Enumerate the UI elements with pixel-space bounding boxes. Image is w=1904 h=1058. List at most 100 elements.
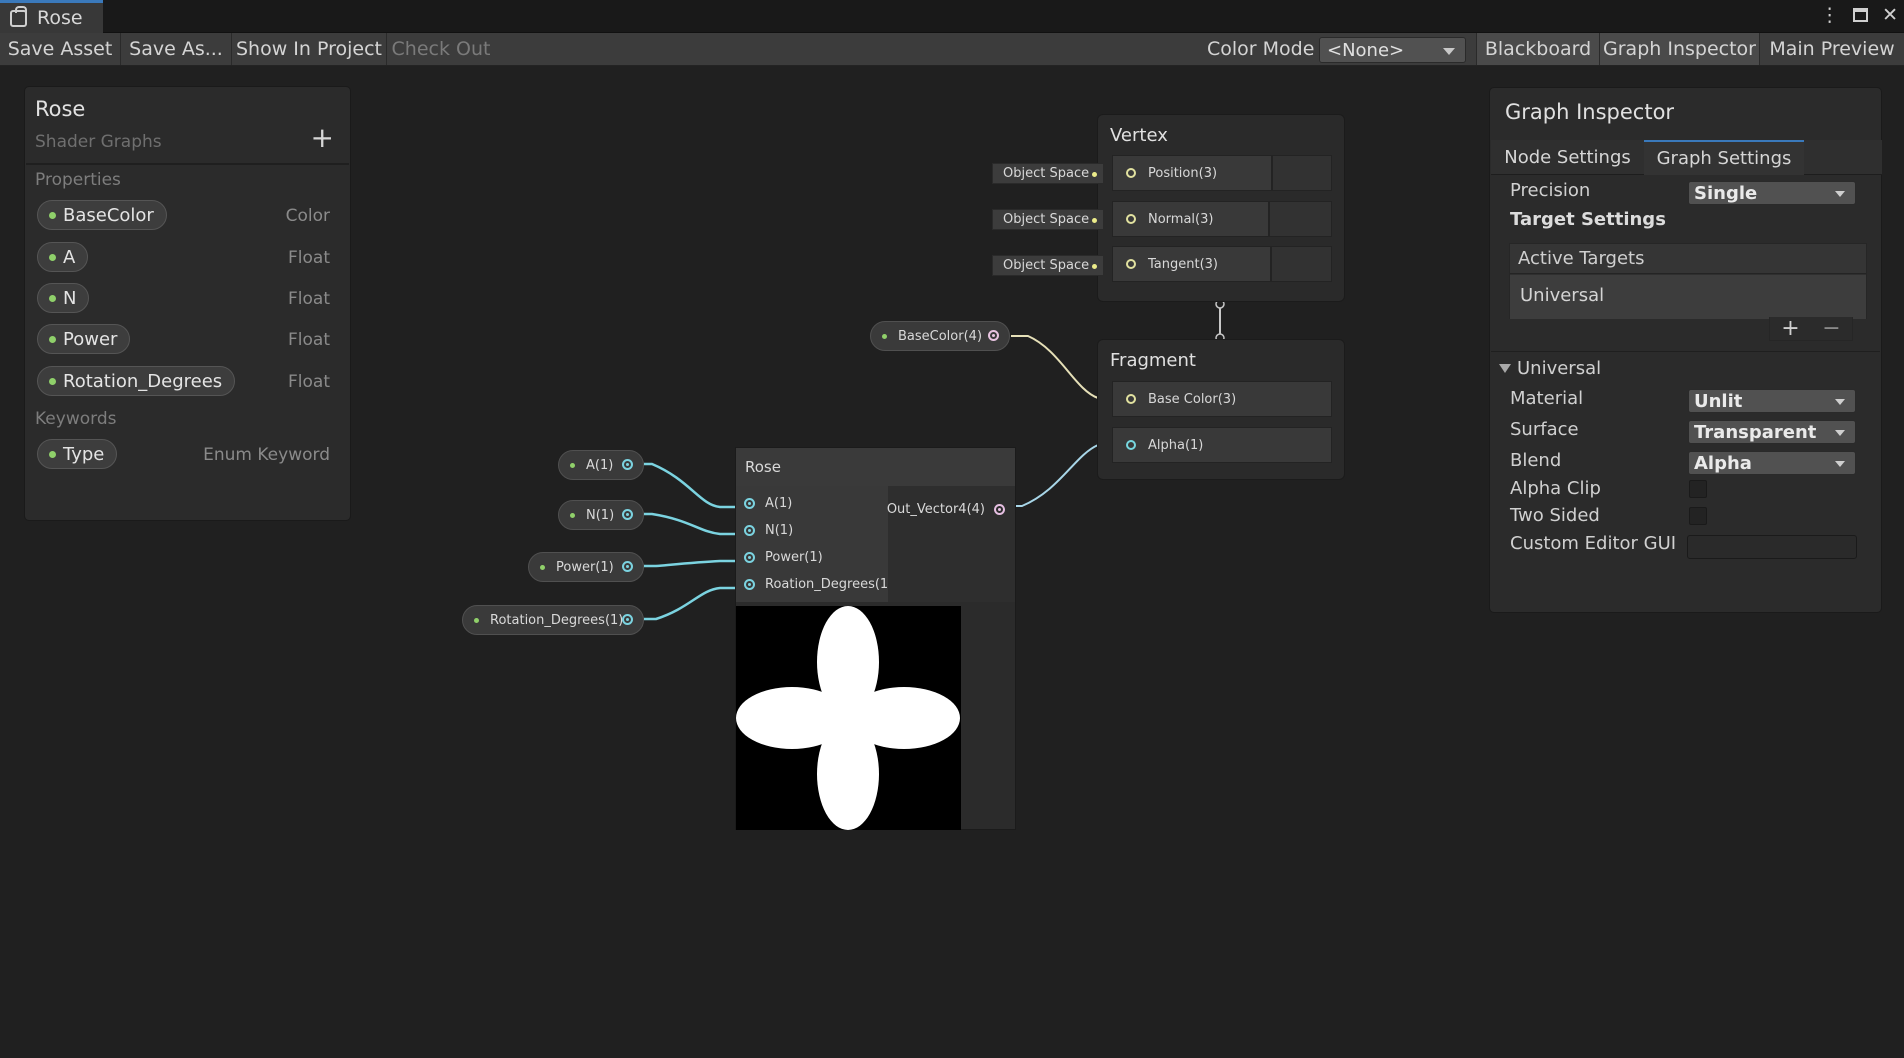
- blackboard-toggle[interactable]: Blackboard: [1476, 33, 1599, 65]
- property-rotation-degrees[interactable]: Rotation_Degrees: [37, 366, 236, 396]
- alpha-clip-checkbox[interactable]: [1689, 480, 1707, 498]
- port-icon[interactable]: [1126, 259, 1136, 269]
- dropdown-value: Alpha: [1694, 452, 1752, 474]
- inspector-tabs: Node Settings Graph Settings: [1491, 140, 1882, 175]
- chevron-down-icon: [1835, 430, 1845, 436]
- rose-output[interactable]: Out_Vector4(4): [887, 502, 1005, 517]
- material-dropdown[interactable]: Unlit: [1688, 389, 1856, 413]
- property-name: N: [63, 287, 77, 309]
- object-space-chip-normal[interactable]: Object Space: [992, 209, 1104, 230]
- port-icon[interactable]: [744, 498, 755, 509]
- precision-dropdown[interactable]: Single: [1688, 181, 1856, 205]
- tab-graph-settings[interactable]: Graph Settings: [1644, 140, 1804, 175]
- port-icon[interactable]: [1126, 440, 1136, 450]
- rose-input-rotation[interactable]: Roation_Degrees(1): [744, 577, 893, 592]
- blend-dropdown[interactable]: Alpha: [1688, 451, 1856, 475]
- port-icon[interactable]: [622, 614, 633, 625]
- property-name: A: [63, 246, 76, 268]
- port-icon[interactable]: [994, 504, 1005, 515]
- custom-editor-gui-label: Custom Editor GUI: [1510, 533, 1677, 554]
- color-mode-dropdown[interactable]: <None>: [1319, 37, 1466, 63]
- vertex-context-node[interactable]: Vertex Position(3) Normal(3) Tangent(3): [1097, 114, 1345, 302]
- port-icon[interactable]: [1126, 168, 1136, 178]
- fragment-context-node[interactable]: Fragment Base Color(3) Alpha(1): [1097, 339, 1345, 480]
- two-sided-checkbox[interactable]: [1689, 507, 1707, 525]
- inspector-title: Graph Inspector: [1505, 100, 1675, 124]
- save-asset-button[interactable]: Save Asset: [0, 33, 121, 65]
- blackboard-title: Rose: [35, 97, 86, 121]
- port-icon[interactable]: [1126, 214, 1136, 224]
- keywords-header: Keywords: [35, 409, 117, 429]
- property-dot-icon: [474, 618, 479, 623]
- graph-inspector-toggle[interactable]: Graph Inspector: [1599, 33, 1759, 65]
- port-icon[interactable]: [988, 330, 999, 341]
- port-icon[interactable]: [622, 459, 633, 470]
- window-title-bar: Rose ⋮ ✕: [0, 0, 1904, 33]
- chevron-down-icon: [1835, 461, 1845, 467]
- port-icon[interactable]: [744, 579, 755, 590]
- port-icon[interactable]: [744, 552, 755, 563]
- property-n[interactable]: N: [37, 283, 90, 313]
- property-node-n[interactable]: N(1): [558, 500, 644, 530]
- target-item-universal[interactable]: Universal: [1510, 275, 1866, 319]
- property-type: Color: [285, 206, 330, 226]
- keyword-name: Type: [63, 443, 105, 465]
- custom-editor-gui-field[interactable]: [1687, 535, 1857, 559]
- add-target-button[interactable]: +: [1781, 316, 1799, 341]
- property-type: Float: [288, 330, 330, 350]
- vertex-slot-normal[interactable]: Normal(3): [1112, 201, 1269, 237]
- foldout-triangle-icon: [1499, 364, 1511, 373]
- active-targets-list: Active Targets Universal: [1509, 243, 1867, 319]
- port-icon[interactable]: [1126, 394, 1136, 404]
- slot-label: Base Color(3): [1148, 391, 1237, 407]
- port-dot-icon: [1092, 172, 1097, 177]
- fragment-slot-alpha[interactable]: Alpha(1): [1112, 427, 1332, 463]
- node-label: BaseColor(4): [898, 328, 983, 344]
- keyword-type-label: Enum Keyword: [203, 445, 330, 465]
- vertex-slot-position[interactable]: Position(3): [1112, 155, 1272, 191]
- slot-label: Out_Vector4(4): [886, 502, 985, 517]
- chevron-down-icon: [1835, 399, 1845, 405]
- fragment-slot-base-color[interactable]: Base Color(3): [1112, 381, 1332, 417]
- shader-graph-icon: [10, 5, 27, 27]
- add-property-button[interactable]: +: [311, 124, 334, 152]
- rose-subgraph-node[interactable]: Rose A(1) N(1) Power(1) Roation_Degrees(…: [735, 447, 1016, 830]
- divider: [1491, 351, 1880, 352]
- fragment-title: Fragment: [1110, 350, 1196, 371]
- property-node-rotation[interactable]: Rotation_Degrees(1): [462, 605, 644, 635]
- kebab-icon[interactable]: ⋮: [1820, 4, 1839, 26]
- tab-node-settings[interactable]: Node Settings: [1491, 140, 1644, 175]
- maximize-icon[interactable]: [1853, 8, 1869, 22]
- rose-input-a[interactable]: A(1): [744, 496, 792, 511]
- main-preview-toggle[interactable]: Main Preview: [1759, 33, 1904, 65]
- property-type: Float: [288, 289, 330, 309]
- tab-rose[interactable]: Rose: [0, 0, 103, 33]
- property-a[interactable]: A: [37, 242, 89, 272]
- universal-foldout[interactable]: Universal: [1499, 358, 1601, 379]
- object-space-chip-tangent[interactable]: Object Space: [992, 255, 1104, 276]
- object-space-chip-position[interactable]: Object Space: [992, 163, 1104, 184]
- property-node-basecolor[interactable]: BaseColor(4): [870, 321, 1010, 351]
- active-targets-header: Active Targets: [1510, 244, 1866, 274]
- slot-label: Power(1): [765, 550, 823, 565]
- graph-inspector-panel: Graph Inspector Node Settings Graph Sett…: [1489, 87, 1882, 613]
- check-out-button[interactable]: Check Out: [387, 33, 495, 65]
- port-icon[interactable]: [622, 561, 633, 572]
- save-as-button[interactable]: Save As...: [121, 33, 232, 65]
- show-in-project-button[interactable]: Show In Project: [232, 33, 387, 65]
- property-node-a[interactable]: A(1): [558, 450, 644, 480]
- remove-target-button[interactable]: −: [1822, 316, 1840, 341]
- dropdown-value: Unlit: [1694, 390, 1743, 412]
- close-icon[interactable]: ✕: [1882, 4, 1898, 26]
- port-icon[interactable]: [744, 525, 755, 536]
- property-dot-icon: [570, 513, 575, 518]
- keyword-type[interactable]: Type: [37, 439, 118, 469]
- vertex-slot-tangent[interactable]: Tangent(3): [1112, 246, 1271, 282]
- rose-input-power[interactable]: Power(1): [744, 550, 823, 565]
- property-basecolor[interactable]: BaseColor: [37, 200, 167, 230]
- rose-input-n[interactable]: N(1): [744, 523, 793, 538]
- property-power[interactable]: Power: [37, 324, 131, 354]
- property-node-power[interactable]: Power(1): [528, 552, 644, 582]
- surface-dropdown[interactable]: Transparent: [1688, 420, 1856, 444]
- port-icon[interactable]: [622, 509, 633, 520]
